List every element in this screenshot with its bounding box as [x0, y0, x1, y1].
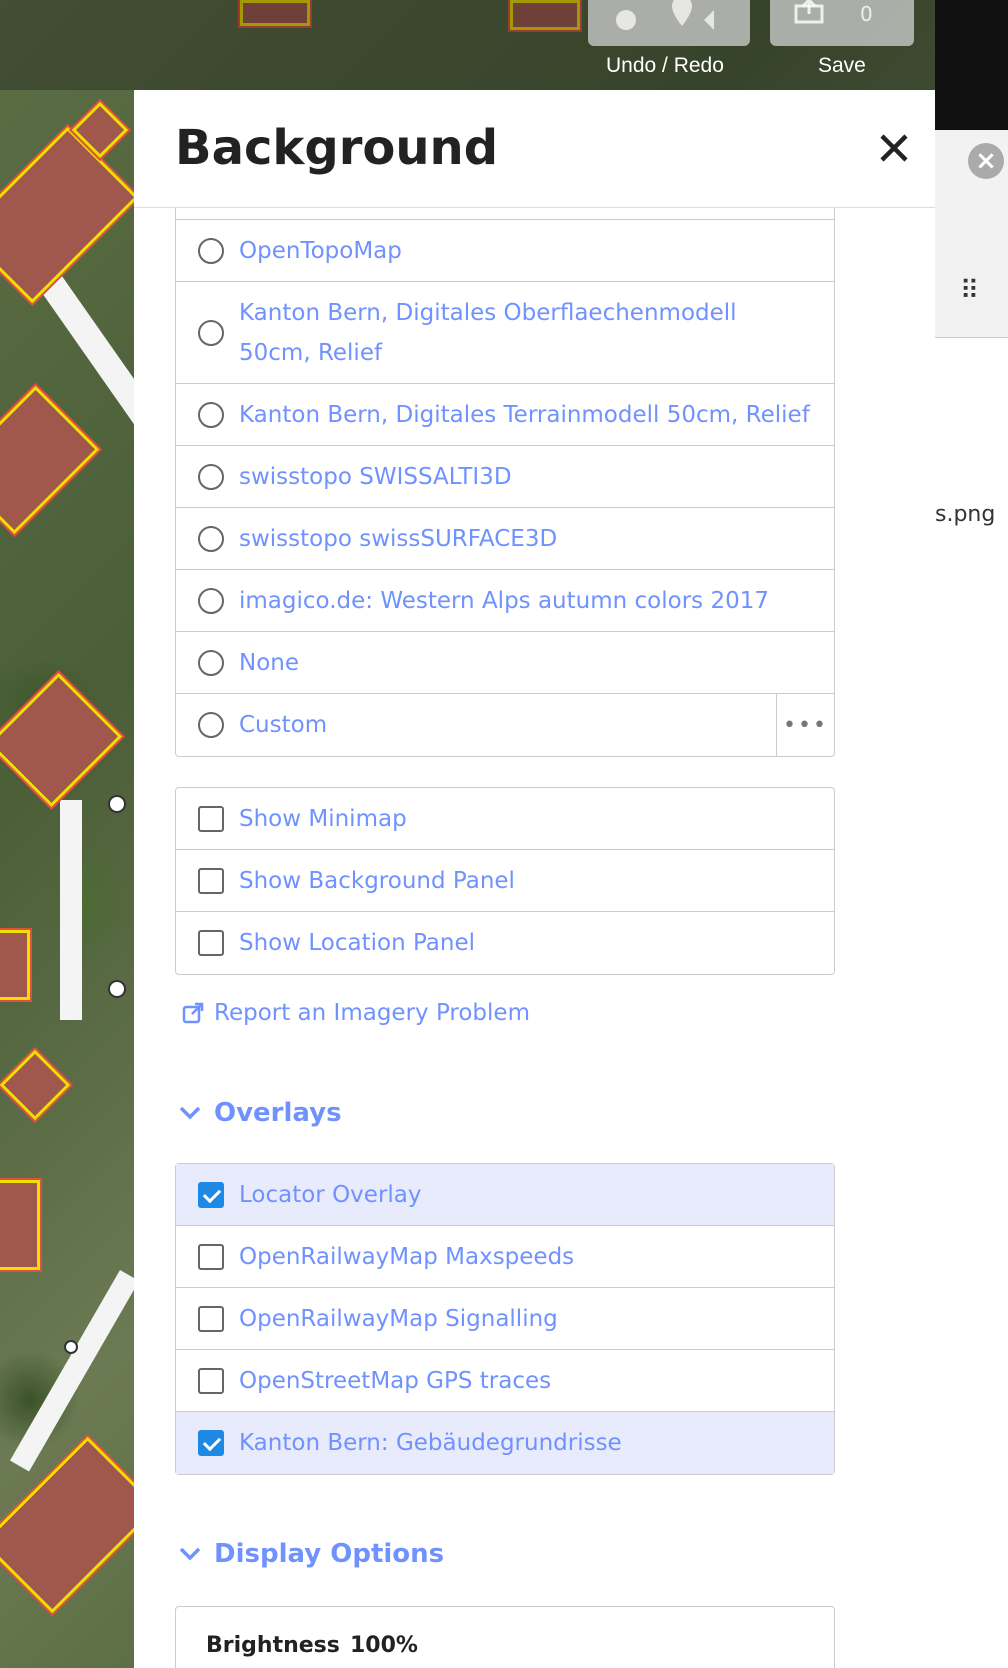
- background-sources-list: OpenTopoMap Kanton Bern, Digitales Oberf…: [175, 170, 835, 757]
- undo-redo-label: Undo / Redo: [606, 54, 724, 77]
- background-source-label: OpenTopoMap: [239, 237, 402, 264]
- radio-button[interactable]: [198, 649, 224, 676]
- overlays-section-toggle[interactable]: Overlays: [178, 1098, 342, 1128]
- overlay-label: Kanton Bern: Gebäudegrundrisse: [239, 1430, 622, 1456]
- background-source-label: Custom: [239, 712, 328, 738]
- building: [0, 1178, 42, 1272]
- background-option-item[interactable]: Show Background Panel: [176, 850, 834, 912]
- overlay-item[interactable]: OpenRailwayMap Maxspeeds: [176, 1226, 834, 1288]
- background-source-item[interactable]: Kanton Bern, Digitales Terrainmodell 50c…: [176, 384, 834, 446]
- radio-button[interactable]: [198, 525, 224, 552]
- checkbox[interactable]: [198, 1243, 224, 1270]
- option-label: Show Minimap: [239, 805, 407, 832]
- building: [0, 124, 142, 306]
- close-button[interactable]: [874, 128, 914, 168]
- chevron-down-icon: [179, 1547, 201, 1561]
- save-label: Save: [818, 54, 866, 77]
- checkbox[interactable]: [198, 930, 224, 956]
- background-source-label: swisstopo SWISSALTI3D: [239, 463, 512, 490]
- side-panel: [935, 130, 1008, 1668]
- radio-button[interactable]: [198, 319, 224, 346]
- background-source-label: Kanton Bern, Digitales Oberflaechenmodel…: [239, 299, 737, 366]
- radio-button[interactable]: [198, 587, 224, 614]
- building: [0, 670, 126, 810]
- road: [60, 800, 82, 1020]
- save-button[interactable]: 0: [770, 0, 914, 46]
- side-panel-close-icon[interactable]: ×: [968, 143, 1004, 179]
- background-source-item[interactable]: swisstopo swissSURFACE3D: [176, 508, 834, 570]
- external-link-icon: [182, 1002, 204, 1024]
- save-icon: [794, 0, 824, 24]
- checkbox[interactable]: [198, 805, 224, 832]
- background-source-label: None: [239, 649, 300, 676]
- radio-button[interactable]: [198, 401, 224, 428]
- background-option-item[interactable]: Show Minimap: [176, 788, 834, 850]
- overlay-item[interactable]: OpenStreetMap GPS traces: [176, 1350, 834, 1412]
- option-label: Show Location Panel: [239, 930, 476, 956]
- map-node[interactable]: [108, 980, 126, 998]
- save-count: 0: [860, 2, 873, 26]
- brightness-label: Brightness: [206, 1633, 340, 1658]
- road: [10, 1270, 140, 1472]
- radio-button[interactable]: [198, 463, 224, 490]
- checkbox-checked[interactable]: [198, 1181, 224, 1208]
- pane-title: Background: [175, 120, 499, 176]
- overlays-list: Locator Overlay OpenRailwayMap Maxspeeds…: [175, 1163, 835, 1475]
- background-source-item-custom[interactable]: Custom •••: [176, 694, 834, 756]
- map-node[interactable]: [64, 1340, 78, 1354]
- background-pane: Background OpenTopoMap Kanton Bern, Digi…: [134, 90, 935, 1668]
- background-source-item[interactable]: swisstopo SWISSALTI3D: [176, 446, 834, 508]
- side-panel-filename: s.png: [935, 502, 996, 527]
- overlay-item[interactable]: OpenRailwayMap Signalling: [176, 1288, 834, 1350]
- radio-button[interactable]: [198, 237, 224, 264]
- background-options-list: Show Minimap Show Background Panel Show …: [175, 787, 835, 975]
- background-option-item[interactable]: Show Location Panel: [176, 912, 834, 974]
- undo-redo-button[interactable]: [588, 0, 750, 46]
- building: [0, 383, 103, 537]
- radio-button[interactable]: [198, 712, 224, 738]
- brightness-control: Brightness 100%: [175, 1606, 835, 1668]
- background-source-label: imagico.de: Western Alps autumn colors 2…: [239, 587, 769, 614]
- brightness-value: 100%: [350, 1633, 418, 1658]
- display-options-heading: Display Options: [214, 1539, 445, 1569]
- building: [0, 928, 32, 1002]
- overlay-label: OpenRailwayMap Maxspeeds: [239, 1243, 575, 1270]
- checkbox-checked[interactable]: [198, 1430, 224, 1456]
- overlay-label: OpenRailwayMap Signalling: [239, 1305, 558, 1332]
- background-source-label: swisstopo swissSURFACE3D: [239, 525, 558, 552]
- overlays-heading: Overlays: [214, 1098, 342, 1128]
- checkbox[interactable]: [198, 1367, 224, 1394]
- grip-icon[interactable]: ⠿: [960, 276, 979, 306]
- background-source-item[interactable]: Kanton Bern, Digitales Oberflaechenmodel…: [176, 282, 834, 384]
- pane-header: Background: [134, 90, 935, 208]
- option-label: Show Background Panel: [239, 867, 515, 894]
- close-icon: [880, 134, 908, 162]
- top-toolbar: 0 Undo / Redo Save: [0, 0, 935, 90]
- overlay-item[interactable]: Locator Overlay: [176, 1164, 834, 1226]
- display-options-section-toggle[interactable]: Display Options: [178, 1539, 444, 1569]
- background-source-item[interactable]: OpenTopoMap: [176, 220, 834, 282]
- report-imagery-link[interactable]: Report an Imagery Problem: [182, 1000, 530, 1026]
- background-source-item[interactable]: imagico.de: Western Alps autumn colors 2…: [176, 570, 834, 632]
- overlay-label: Locator Overlay: [239, 1181, 422, 1208]
- overlay-label: OpenStreetMap GPS traces: [239, 1367, 552, 1394]
- overlay-item[interactable]: Kanton Bern: Gebäudegrundrisse: [176, 1412, 834, 1474]
- checkbox[interactable]: [198, 867, 224, 894]
- report-link-label: Report an Imagery Problem: [214, 1000, 530, 1026]
- background-source-label: Kanton Bern, Digitales Terrainmodell 50c…: [239, 401, 810, 428]
- more-options-button[interactable]: •••: [776, 694, 834, 756]
- map-node[interactable]: [108, 795, 126, 813]
- building: [0, 1046, 74, 1124]
- undo-icon: [616, 0, 714, 30]
- checkbox[interactable]: [198, 1305, 224, 1332]
- header-dark-area: [935, 0, 1008, 130]
- chevron-down-icon: [179, 1106, 201, 1120]
- background-source-item[interactable]: None: [176, 632, 834, 694]
